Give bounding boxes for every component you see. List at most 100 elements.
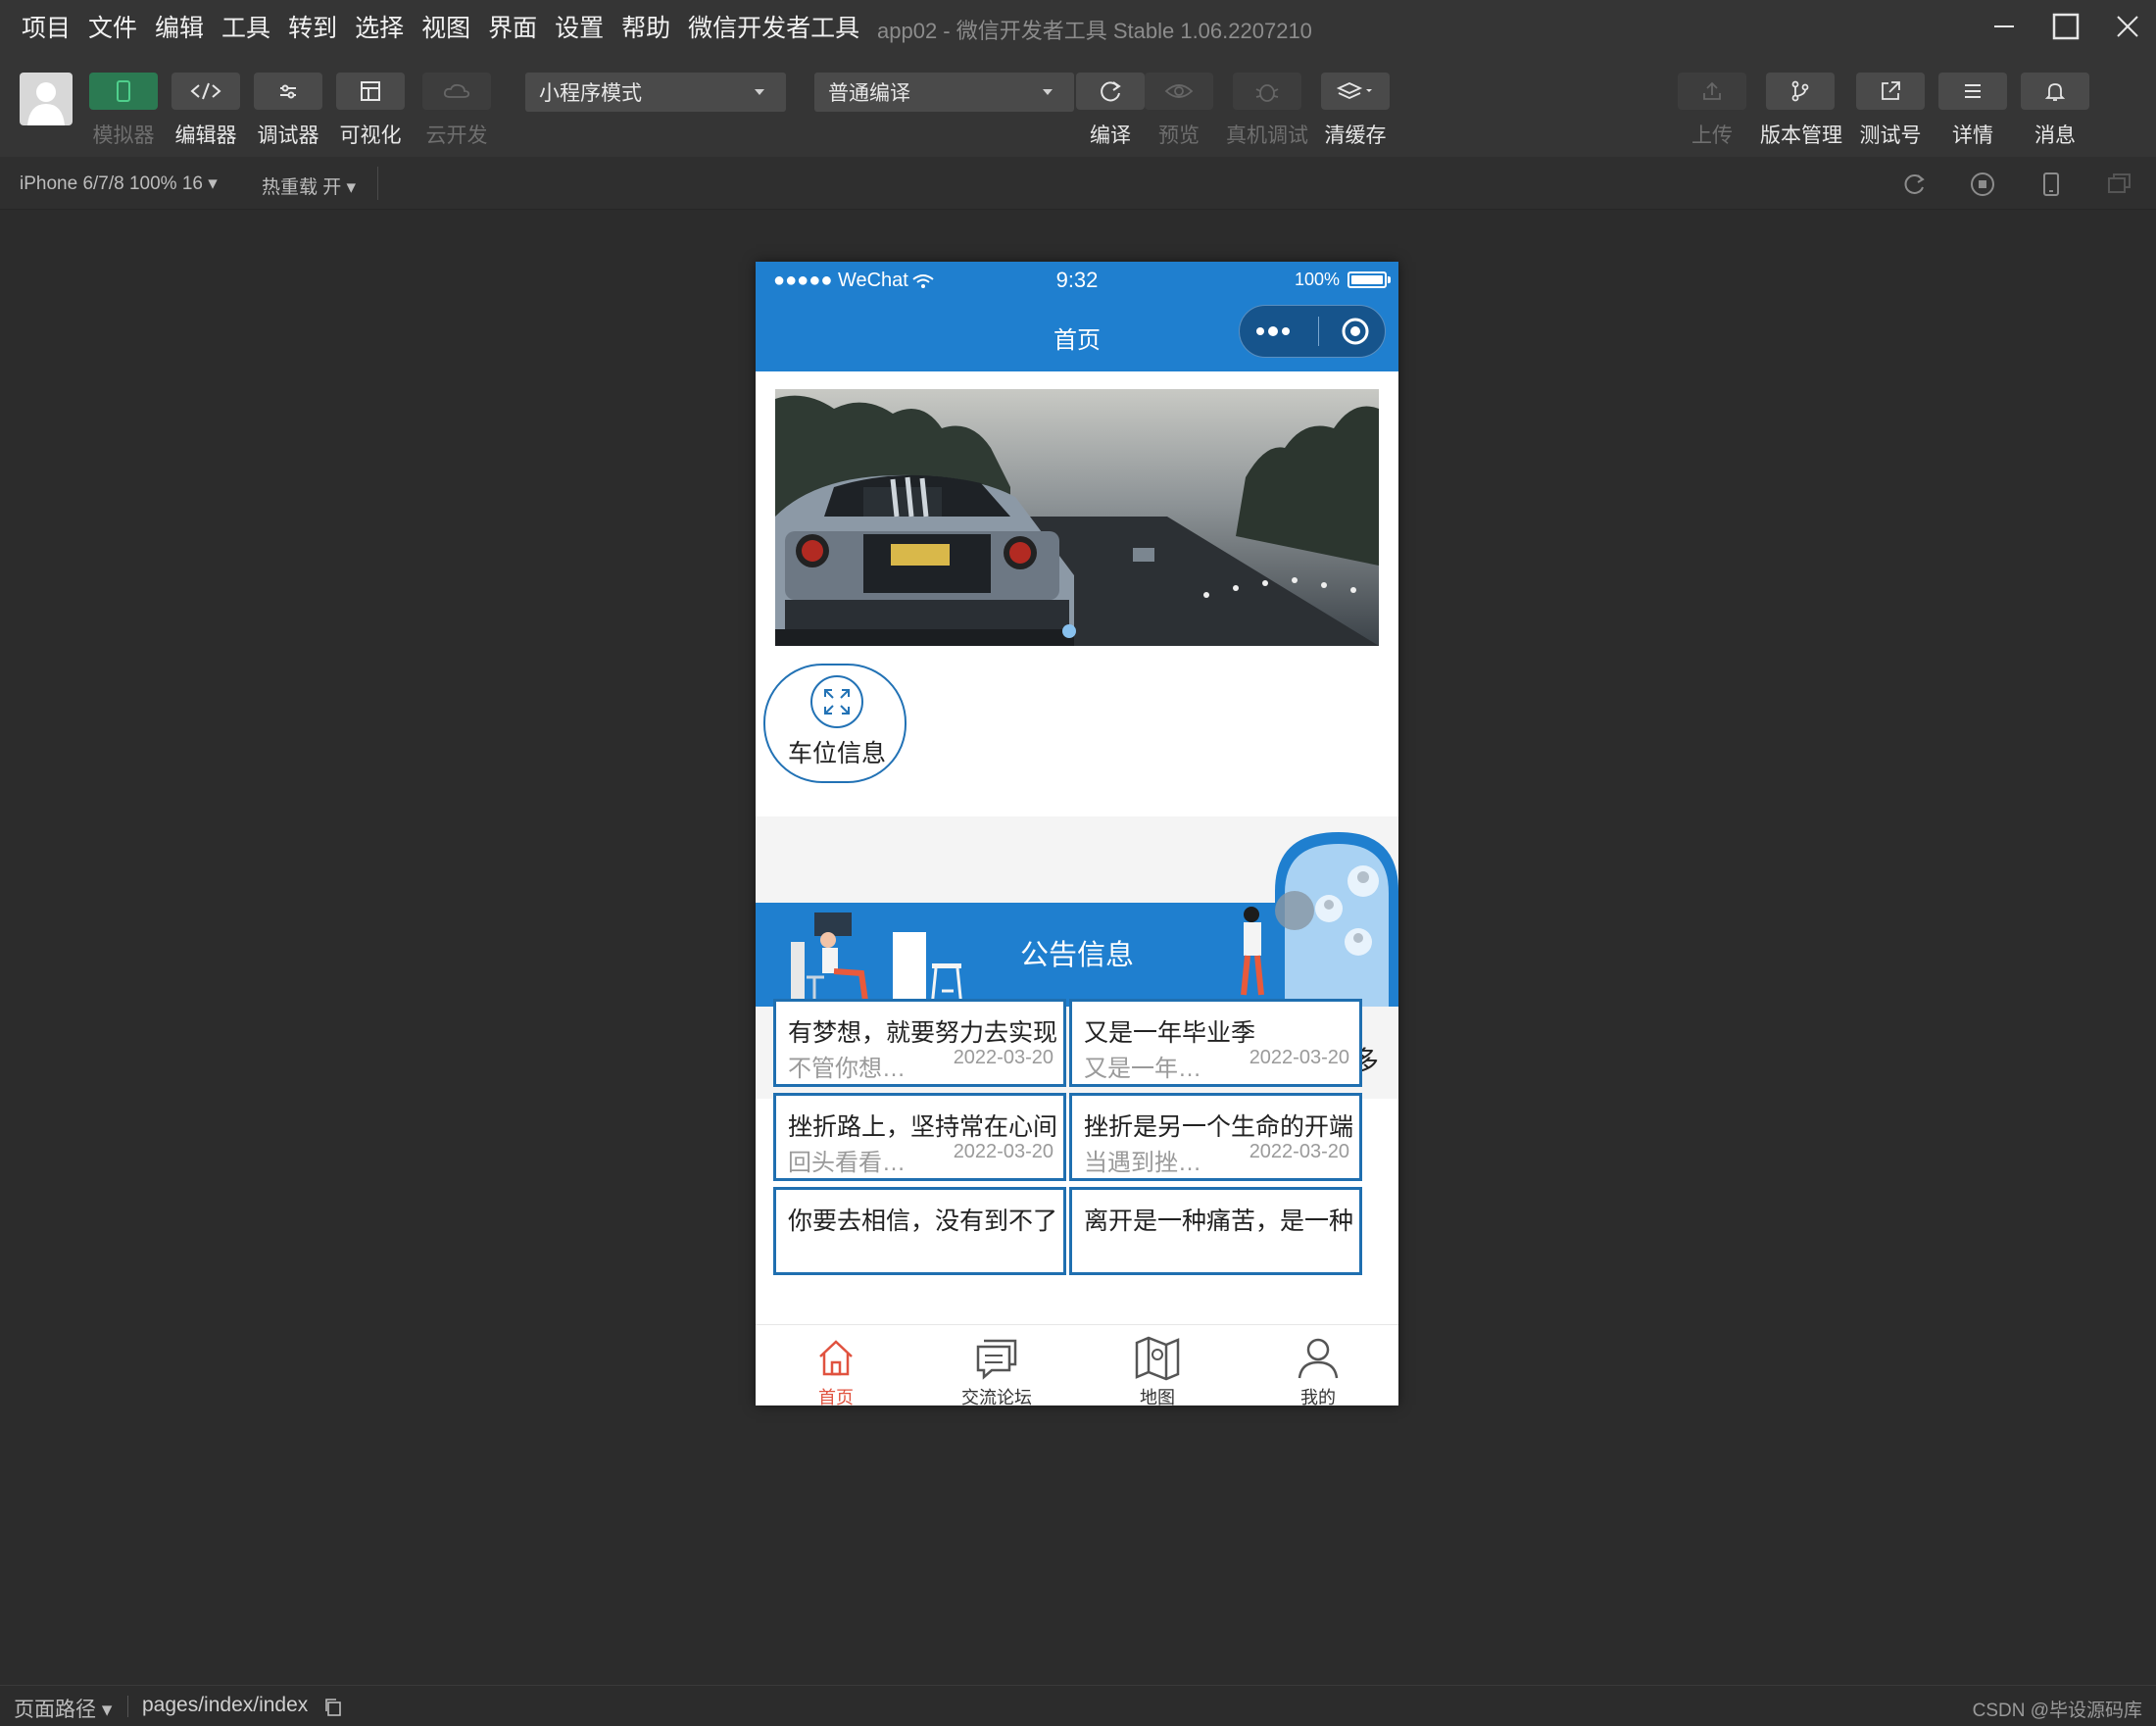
notice-card[interactable]: 有梦想，就要努力去实现 不管你想… 2022-03-20 xyxy=(773,999,1066,1087)
remote-debug-button[interactable] xyxy=(1233,73,1301,110)
notice-card-summary: 不管你想… xyxy=(788,1056,906,1082)
capsule-divider xyxy=(1318,317,1319,346)
category-parking-button[interactable]: 车位信息 xyxy=(763,664,906,783)
menu-file[interactable]: 文件 xyxy=(88,9,137,44)
simulator-bar: iPhone 6/7/8 100% 16 ▾ 热重载 开 ▾ xyxy=(0,157,2156,210)
notice-card-date: 2022-03-20 xyxy=(953,1047,1054,1068)
page-content: 车位信息 公告信息 有梦想，就要努力去实现 不管你想… 2022-03-20 又… xyxy=(756,371,1398,1324)
watermark: CSDN @毕设源码库 xyxy=(1972,1701,2142,1721)
test-account-button[interactable] xyxy=(1856,73,1925,110)
tab-forum-label: 交流论坛 xyxy=(961,1388,1032,1405)
upload-icon xyxy=(1703,81,1721,100)
maximize-icon xyxy=(2052,13,2080,40)
phone-simulator: ●●●●● WeChat 9:32 100% 首页 车位信息 公告信息 有梦想，… xyxy=(756,262,1398,1405)
avatar[interactable] xyxy=(20,73,73,125)
menu-goto[interactable]: 转到 xyxy=(288,9,337,44)
phone-icon xyxy=(117,80,130,102)
menu-tools[interactable]: 工具 xyxy=(221,9,270,44)
simulator-label: 模拟器 xyxy=(92,124,155,147)
external-link-icon xyxy=(1882,81,1900,100)
debugger-label: 调试器 xyxy=(257,124,319,147)
page-path-select[interactable]: 页面路径 ▾ xyxy=(14,1694,112,1723)
status-bar: 页面路径 ▾ pages/index/index CSDN @毕设源码库 xyxy=(0,1685,2156,1726)
clear-cache-button[interactable] xyxy=(1321,73,1390,110)
page-path: pages/index/index xyxy=(142,1694,309,1716)
editor-label: 编辑器 xyxy=(174,124,237,147)
tab-bar: 首页 交流论坛 地图 我的 xyxy=(756,1324,1398,1405)
editor-button[interactable] xyxy=(172,73,240,110)
notice-card[interactable]: 挫折是另一个生命的开端 当遇到挫… 2022-03-20 xyxy=(1069,1093,1362,1181)
tab-home-label: 首页 xyxy=(818,1388,854,1405)
eye-icon xyxy=(1164,84,1194,98)
simulator-button[interactable] xyxy=(89,73,158,110)
menu-icon xyxy=(1965,84,1981,98)
branch-icon xyxy=(1791,80,1809,102)
tab-mine[interactable]: 我的 xyxy=(1238,1325,1398,1405)
more-button[interactable] xyxy=(1240,323,1306,339)
mode-select-value: 小程序模式 xyxy=(539,82,642,105)
notice-card[interactable]: 你要去相信，没有到不了 xyxy=(773,1187,1066,1275)
close-button[interactable] xyxy=(2108,8,2147,45)
details-button[interactable] xyxy=(1938,73,2007,110)
compile-button[interactable] xyxy=(1076,73,1145,110)
notice-card-title: 挫折路上，坚持常在心间 xyxy=(788,1113,1058,1141)
notice-card-title: 又是一年毕业季 xyxy=(1084,1019,1256,1047)
details-label: 详情 xyxy=(1952,124,1993,147)
bell-icon xyxy=(2044,83,2066,101)
debugger-button[interactable] xyxy=(254,73,322,110)
minimize-button[interactable] xyxy=(1984,8,2024,45)
visual-label: 可视化 xyxy=(339,124,402,147)
menu-project[interactable]: 项目 xyxy=(22,9,71,44)
upload-button[interactable] xyxy=(1678,73,1746,110)
menu-edit[interactable]: 编辑 xyxy=(155,9,204,44)
menu-interface[interactable]: 界面 xyxy=(488,9,537,44)
layout-icon xyxy=(361,81,380,101)
menu-help[interactable]: 帮助 xyxy=(621,9,670,44)
banner-swiper[interactable] xyxy=(775,389,1379,646)
menu-view[interactable]: 视图 xyxy=(421,9,470,44)
notice-card[interactable]: 又是一年毕业季 又是一年… 2022-03-20 xyxy=(1069,999,1362,1087)
notice-card-title: 离开是一种痛苦，是一种 xyxy=(1084,1208,1354,1235)
tab-map[interactable]: 地图 xyxy=(1077,1325,1238,1405)
cloud-icon xyxy=(443,83,470,98)
device-select[interactable]: iPhone 6/7/8 100% 16 ▾ xyxy=(20,173,218,195)
battery-percent: 100% xyxy=(1294,270,1340,289)
battery-icon xyxy=(1348,271,1391,288)
visual-button[interactable] xyxy=(336,73,405,110)
rotate-icon xyxy=(1904,174,1925,194)
notice-card-summary: 当遇到挫… xyxy=(1084,1150,1201,1176)
version-button[interactable] xyxy=(1766,73,1835,110)
rotate-button[interactable] xyxy=(1898,169,1930,200)
notice-card[interactable]: 离开是一种痛苦，是一种 xyxy=(1069,1187,1362,1275)
tab-home[interactable]: 首页 xyxy=(756,1325,916,1405)
more-dots-icon xyxy=(1256,326,1290,336)
device-frame-button[interactable] xyxy=(2035,169,2067,200)
notice-card-date: 2022-03-20 xyxy=(1249,1047,1349,1068)
code-icon xyxy=(190,82,221,100)
menu-settings[interactable]: 设置 xyxy=(555,9,604,44)
detach-button[interactable] xyxy=(2104,169,2135,200)
copy-icon[interactable] xyxy=(323,1698,343,1717)
swiper-dot-active[interactable] xyxy=(1062,624,1076,638)
notice-card-title: 挫折是另一个生命的开端 xyxy=(1084,1113,1354,1141)
preview-label: 预览 xyxy=(1158,124,1200,147)
exit-button[interactable] xyxy=(1331,316,1380,347)
refresh-icon xyxy=(1101,81,1121,102)
menu-devtools[interactable]: 微信开发者工具 xyxy=(688,9,859,44)
tab-forum[interactable]: 交流论坛 xyxy=(916,1325,1077,1405)
messages-button[interactable] xyxy=(2021,73,2089,110)
phone-icon xyxy=(2043,173,2059,196)
maximize-button[interactable] xyxy=(2046,8,2085,45)
record-button[interactable] xyxy=(1967,169,1998,200)
menu-select[interactable]: 选择 xyxy=(355,9,404,44)
test-account-label: 测试号 xyxy=(1859,124,1922,147)
compile-select-value: 普通编译 xyxy=(828,82,910,105)
notice-card[interactable]: 挫折路上，坚持常在心间 回头看看… 2022-03-20 xyxy=(773,1093,1066,1181)
cloud-button[interactable] xyxy=(422,73,491,110)
sliders-icon xyxy=(280,84,296,99)
mode-select[interactable]: 小程序模式 xyxy=(525,73,786,112)
preview-button[interactable] xyxy=(1145,73,1213,110)
toolbar: 模拟器 编辑器 调试器 可视化 云开发 小程序模式 普通编译 编译 预览 真机调… xyxy=(0,53,2156,157)
hot-reload-toggle[interactable]: 热重载 开 ▾ xyxy=(262,173,356,199)
compile-select[interactable]: 普通编译 xyxy=(814,73,1074,112)
